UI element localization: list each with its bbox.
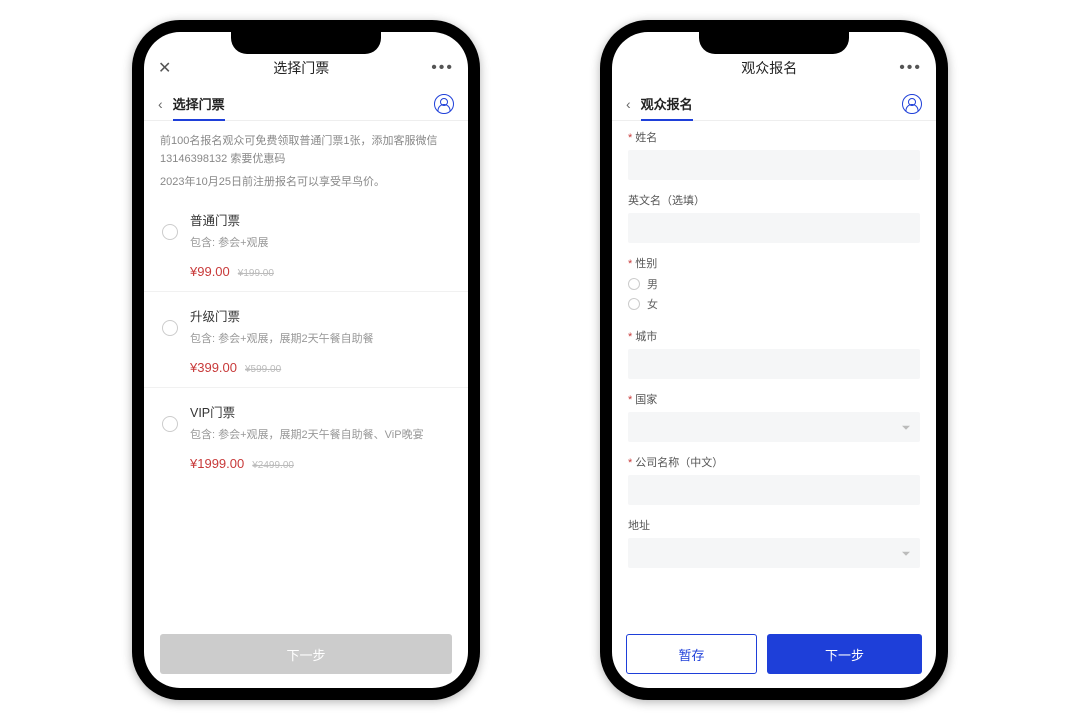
company-input[interactable]: [628, 475, 920, 505]
ticket-name: VIP门票: [190, 402, 424, 421]
ticket-name: 升级门票: [190, 306, 374, 325]
en-name-input[interactable]: [628, 213, 920, 243]
ticket-desc: 包含: 参会+观展，展期2天午餐自助餐、ViP晚宴: [190, 426, 424, 442]
address-select[interactable]: [628, 538, 920, 568]
radio-female[interactable]: 女: [628, 296, 920, 312]
footer: 下一步: [144, 624, 468, 688]
field-name: *姓名: [612, 121, 936, 184]
label-name: 姓名: [635, 132, 657, 144]
back-icon[interactable]: ‹: [158, 96, 163, 112]
label-country: 国家: [635, 394, 657, 406]
save-button[interactable]: 暂存: [626, 634, 757, 674]
screen: ✕ 选择门票 ••• ‹ 选择门票 前100名报名观众可免费领取普通门票1张，添…: [144, 32, 468, 688]
label-company: 公司名称（中文）: [635, 457, 723, 469]
more-icon[interactable]: •••: [899, 59, 922, 77]
radio-icon[interactable]: [162, 416, 178, 432]
more-icon[interactable]: •••: [431, 59, 454, 77]
field-company: *公司名称（中文）: [612, 446, 936, 509]
sub-header: ‹ 选择门票: [144, 84, 468, 121]
radio-icon[interactable]: [628, 278, 640, 290]
ticket-name: 普通门票: [190, 210, 274, 229]
next-button[interactable]: 下一步: [160, 634, 452, 674]
ticket-price: ¥1999.00: [190, 456, 244, 471]
form-content: *姓名 英文名（选填） *性别 男 女 *城市 *国家 *公司名称: [612, 121, 936, 624]
tab-select-ticket[interactable]: 选择门票: [173, 94, 225, 121]
page-title: 观众报名: [741, 58, 797, 78]
notch: [231, 32, 381, 54]
radio-icon[interactable]: [162, 224, 178, 240]
radio-icon[interactable]: [162, 320, 178, 336]
next-button[interactable]: 下一步: [767, 634, 922, 674]
promo-text: 前100名报名观众可免费领取普通门票1张，添加客服微信13146398132 索…: [144, 121, 468, 196]
avatar-icon[interactable]: [434, 94, 454, 114]
ticket-old-price: ¥599.00: [245, 364, 281, 375]
name-input[interactable]: [628, 150, 920, 180]
phone-right: ✕ 观众报名 ••• ‹ 观众报名 *姓名 英文名（选填） *性别 男: [600, 20, 948, 700]
ticket-desc: 包含: 参会+观展: [190, 234, 274, 250]
close-icon[interactable]: ✕: [158, 58, 171, 78]
field-gender: *性别 男 女: [612, 247, 936, 320]
window-top-bar: ✕ 选择门票 •••: [144, 50, 468, 84]
field-en-name: 英文名（选填）: [612, 184, 936, 247]
label-address: 地址: [628, 520, 650, 532]
phone-left: ✕ 选择门票 ••• ‹ 选择门票 前100名报名观众可免费领取普通门票1张，添…: [132, 20, 480, 700]
ticket-old-price: ¥199.00: [238, 268, 274, 279]
page-title: 选择门票: [273, 58, 329, 78]
footer: 暂存 下一步: [612, 624, 936, 688]
field-country: *国家: [612, 383, 936, 446]
radio-icon[interactable]: [628, 298, 640, 310]
city-input[interactable]: [628, 349, 920, 379]
window-top-bar: ✕ 观众报名 •••: [612, 50, 936, 84]
screen: ✕ 观众报名 ••• ‹ 观众报名 *姓名 英文名（选填） *性别 男: [612, 32, 936, 688]
promo-line-1: 前100名报名观众可免费领取普通门票1张，添加客服微信13146398132 索…: [160, 133, 452, 168]
ticket-price: ¥99.00: [190, 264, 230, 279]
notch: [699, 32, 849, 54]
label-female: 女: [647, 296, 658, 312]
ticket-desc: 包含: 参会+观展，展期2天午餐自助餐: [190, 330, 374, 346]
sub-header: ‹ 观众报名: [612, 84, 936, 121]
promo-line-2: 2023年10月25日前注册报名可以享受早鸟价。: [160, 174, 452, 192]
field-city: *城市: [612, 320, 936, 383]
radio-male[interactable]: 男: [628, 276, 920, 292]
ticket-option[interactable]: 升级门票 包含: 参会+观展，展期2天午餐自助餐 ¥399.00 ¥599.00: [144, 292, 468, 388]
label-city: 城市: [635, 331, 657, 343]
content: 前100名报名观众可免费领取普通门票1张，添加客服微信13146398132 索…: [144, 121, 468, 624]
label-male: 男: [647, 276, 658, 292]
avatar-icon[interactable]: [902, 94, 922, 114]
label-en-name: 英文名（选填）: [628, 195, 705, 207]
back-icon[interactable]: ‹: [626, 96, 631, 112]
field-address: 地址: [612, 509, 936, 572]
ticket-price: ¥399.00: [190, 360, 237, 375]
country-select[interactable]: [628, 412, 920, 442]
ticket-option[interactable]: 普通门票 包含: 参会+观展 ¥99.00 ¥199.00: [144, 196, 468, 292]
tab-register[interactable]: 观众报名: [641, 94, 693, 121]
label-gender: 性别: [635, 258, 657, 270]
ticket-option[interactable]: VIP门票 包含: 参会+观展，展期2天午餐自助餐、ViP晚宴 ¥1999.00…: [144, 388, 468, 483]
ticket-old-price: ¥2499.00: [252, 460, 294, 471]
